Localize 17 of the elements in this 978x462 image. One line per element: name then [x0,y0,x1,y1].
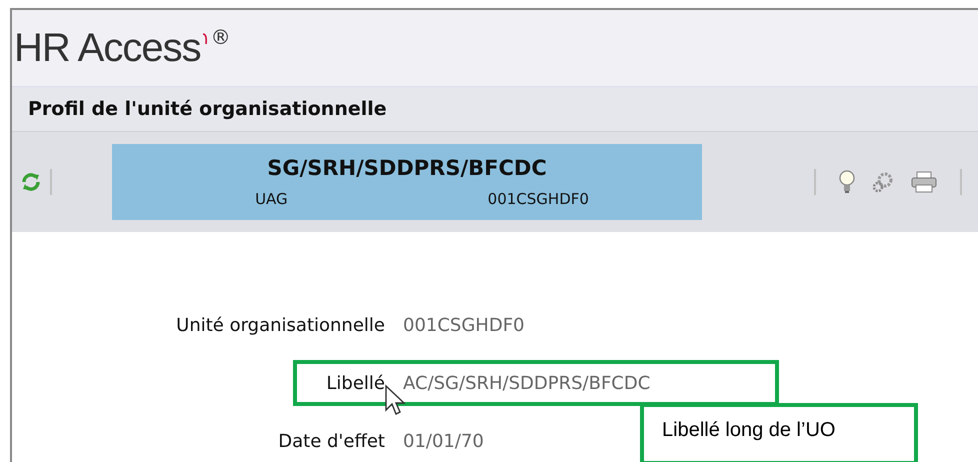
callout-text: Libellé long de l’UO [662,419,836,441]
unit-type: UAG [255,190,288,208]
field-value: 01/01/70 [403,430,484,452]
printer-icon[interactable] [910,170,938,194]
logo-mark-icon [202,33,208,45]
refresh-icon[interactable] [20,171,42,193]
app-logo: HR Access [14,26,201,70]
field-value: AC/SG/SRH/SDDPRS/BFCDC [403,372,650,394]
lightbulb-icon[interactable] [838,169,856,195]
trademark-symbol: ® [210,25,231,49]
field-label: Date d'effet [278,430,385,452]
page-title: Profil de l'unité organisationnelle [28,98,387,120]
field-label: Libellé [326,372,385,394]
field-value: 001CSGHDF0 [403,314,524,336]
unit-code: 001CSGHDF0 [488,190,589,208]
banner-title: SG/SRH/SDDPRS/BFCDC [267,156,547,180]
field-label: Unité organisationnelle [176,314,385,336]
